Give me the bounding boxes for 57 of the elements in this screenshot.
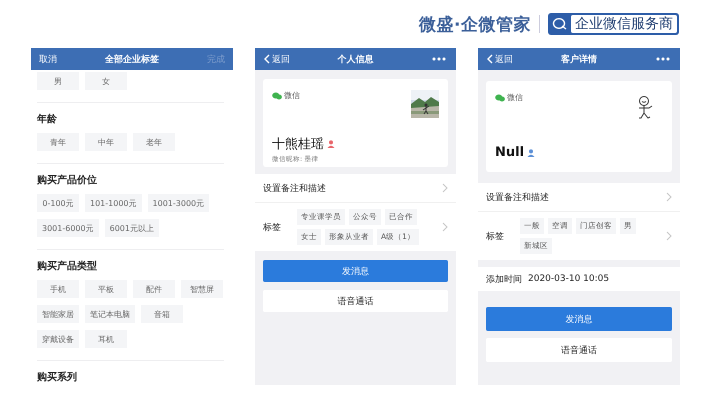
section-title: 年龄 [37, 113, 58, 127]
tag-chip[interactable]: 0-100元 [37, 194, 79, 212]
tag-chip[interactable]: 音箱 [141, 305, 183, 323]
wechat-icon [272, 92, 282, 100]
tag-chip[interactable]: 3001-6000元 [37, 219, 99, 237]
tag-chip[interactable]: 平板 [85, 280, 127, 298]
source-label: 微信 [284, 90, 300, 101]
back-button[interactable]: 返回 [486, 52, 513, 66]
brand-name: 微盛·企微管家 [419, 14, 531, 36]
send-message-button[interactable]: 发消息 [486, 307, 672, 331]
row-value: 2020-03-10 10:05 [528, 274, 610, 284]
back-button[interactable]: 返回 [263, 52, 290, 66]
row-label: 添加时间 [486, 274, 522, 286]
screen-title: 全部企业标签 [105, 53, 159, 66]
more-icon [432, 57, 446, 61]
tag-chip[interactable]: 1001-3000元 [148, 194, 210, 212]
screen-title: 个人信息 [338, 54, 374, 66]
screen-title: 客户详情 [561, 53, 597, 66]
send-message-button[interactable]: 发消息 [263, 260, 448, 282]
tag-chip[interactable]: 男 [37, 72, 79, 90]
tag-chip[interactable]: 耳机 [85, 330, 127, 348]
tag-chip[interactable]: 101-1000元 [85, 194, 142, 212]
tag-chip[interactable]: 智慧屏 [181, 280, 223, 298]
chevron-right-icon [442, 222, 448, 232]
section-title: 购买系列 [37, 371, 78, 385]
chevron-right-icon [442, 183, 448, 193]
tag-chip[interactable]: 智能家居 [37, 305, 79, 323]
tag-chip[interactable]: 老年 [133, 133, 175, 151]
badge-text: 企业微信服务商 [571, 15, 677, 33]
tag-chip[interactable]: 笔记本电脑 [85, 305, 135, 323]
source-label: 微信 [507, 92, 523, 103]
row-label: 标签 [486, 230, 505, 242]
tag-chip[interactable]: 配件 [133, 280, 175, 298]
more-icon [656, 57, 670, 61]
voice-call-button[interactable]: 语音通话 [263, 290, 448, 312]
tag-chip[interactable]: 穿戴设备 [37, 330, 79, 348]
contact-name: Null [495, 145, 524, 160]
row-label: 标签 [263, 222, 282, 234]
settings-row[interactable]: 设置备注和描述 [478, 183, 680, 212]
voice-call-button[interactable]: 语音通话 [486, 338, 672, 362]
chevron-left-icon [486, 53, 494, 65]
chevron-right-icon [666, 231, 672, 241]
row-label: 设置备注和描述 [263, 182, 326, 194]
tag-chip[interactable]: 6001元以上 [104, 219, 159, 237]
tag-chip[interactable]: 中年 [85, 133, 127, 151]
contact-name: 十熊桂瑶 [272, 136, 324, 153]
tag-chip[interactable]: 女 [85, 72, 127, 90]
cancel-button[interactable]: 取消 [39, 52, 57, 66]
wechat-icon [495, 94, 505, 102]
section-title: 购买产品价位 [37, 174, 98, 188]
settings-row[interactable]: 设置备注和描述 [255, 174, 456, 203]
tag-chip[interactable]: 手机 [37, 280, 79, 298]
tag-chip[interactable]: 青年 [37, 133, 79, 151]
chevron-left-icon [263, 53, 271, 65]
row-label: 设置备注和描述 [486, 192, 549, 204]
chevron-right-icon [666, 192, 672, 202]
section-title: 购买产品类型 [37, 260, 98, 274]
